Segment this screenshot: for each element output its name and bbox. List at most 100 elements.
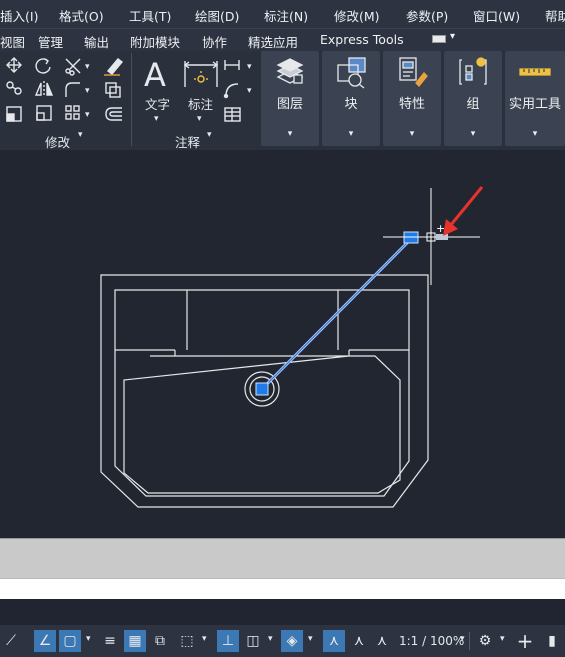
selection-filter-caret-icon[interactable]: ▾ (268, 634, 273, 644)
workspace-flag-icon[interactable] (432, 35, 446, 43)
modify-panel-caret-icon[interactable]: ▾ (78, 130, 83, 140)
group-panel-button[interactable]: 组 ▾ (444, 51, 502, 146)
annotation-small-tools: ▾ ▾ (223, 60, 252, 122)
menu-draw[interactable]: 绘图(D) (195, 6, 239, 25)
svg-text:▾: ▾ (85, 62, 90, 72)
drawing-svg: + (100, 186, 484, 508)
ribbon: ▾ ▾ ▾ 修改 ▾ A 文字 ▾ 标注 ▾ ▾ ▾ 注释 ▾ 图层 ▾ 块 ▾… (0, 51, 565, 150)
utilities-caret-icon: ▾ (532, 129, 538, 139)
properties-label: 特性 (398, 97, 425, 112)
utilities-panel-button[interactable]: 实用工具 ▾ (505, 51, 565, 146)
svg-text:▾: ▾ (247, 62, 252, 72)
dimension-icon[interactable] (182, 57, 220, 91)
tab-view[interactable]: 视图 (0, 32, 25, 51)
menu-dimension[interactable]: 标注(N) (264, 6, 308, 25)
menu-bar: 插入(I) 格式(O) 工具(T) 绘图(D) 标注(N) 修改(M) 参数(P… (0, 0, 565, 28)
explode-icon[interactable] (105, 82, 121, 98)
properties-icon (399, 57, 428, 87)
3d-object-snap-icon[interactable]: ⬚ (176, 630, 198, 652)
scale-caret-icon[interactable]: ▾ (460, 634, 465, 644)
scale-icon[interactable] (36, 105, 52, 121)
stretch-icon[interactable] (6, 106, 22, 122)
menu-insert[interactable]: 插入(I) (0, 6, 38, 25)
linear-dimension-icon[interactable] (224, 60, 240, 70)
menu-format[interactable]: 格式(O) (59, 6, 104, 25)
layers-icon (276, 58, 304, 84)
gizmo-caret-icon[interactable]: ▾ (308, 634, 313, 644)
table-icon[interactable] (224, 107, 241, 122)
text-icon[interactable]: A (144, 59, 166, 91)
object-snap-icon[interactable]: ▢ (59, 630, 81, 652)
group-caret-icon: ▾ (470, 129, 476, 139)
layers-panel-button[interactable]: 图层 ▾ (261, 51, 319, 146)
leader-icon[interactable] (223, 83, 239, 99)
array-icon[interactable]: ▾ (65, 105, 90, 120)
selection-cycling-icon[interactable]: ⧉ (149, 630, 171, 652)
properties-caret-icon: ▾ (409, 129, 415, 139)
tab-manage[interactable]: 管理 (38, 32, 63, 51)
annotation-scale-icon[interactable]: ⋏ (371, 630, 393, 652)
dimension-tool-caret-icon[interactable]: ▾ (197, 111, 202, 127)
rubber-band-core (261, 236, 414, 390)
modify-panel-title[interactable]: 修改 (45, 132, 70, 151)
3d-snap-caret-icon[interactable]: ▾ (202, 634, 207, 644)
lineweight-icon[interactable]: ≡ (99, 630, 121, 652)
layout-tab-strip (0, 599, 565, 625)
center-grip[interactable] (255, 382, 269, 396)
annotation-panel-title[interactable]: 注释 (175, 132, 200, 151)
mirror-icon[interactable] (34, 81, 54, 97)
rotate-icon[interactable] (35, 58, 51, 74)
status-bar: ⟋ ∠ ▢ ▾ ≡ ▦ ⧉ ⬚ ▾ ⊥ ◫ ▾ ◈ ▾ ⋏ ⋏ ⋏ 1:1 / … (0, 625, 565, 657)
object-snap-caret-icon[interactable]: ▾ (86, 634, 91, 644)
erase-icon[interactable] (104, 58, 124, 76)
selection-filter-icon[interactable]: ◫ (242, 630, 264, 652)
dynamic-ucs-icon[interactable]: ⊥ (217, 630, 239, 652)
modify-tools: ▾ ▾ ▾ (6, 57, 124, 122)
tab-featured-apps[interactable]: 精选应用 (248, 32, 298, 51)
annotation-scale-value[interactable]: 1:1 / 100% (399, 634, 464, 648)
auto-scale-icon[interactable]: ⋏ (348, 630, 370, 652)
fillet-icon[interactable]: ▾ (65, 82, 90, 97)
text-tool-caret-icon[interactable]: ▾ (154, 111, 159, 127)
menu-modify[interactable]: 修改(M) (334, 6, 380, 25)
svg-text:▾: ▾ (247, 86, 252, 96)
transparency-icon[interactable]: ▦ (124, 630, 146, 652)
annotation-monitor-icon[interactable]: + (514, 629, 536, 653)
properties-panel-button[interactable]: 特性 ▾ (383, 51, 441, 146)
trim-icon[interactable]: ▾ (65, 58, 90, 76)
red-pointer-arrow-icon (443, 186, 484, 236)
block-label: 块 (344, 97, 358, 112)
ribbon-tab-bar: 视图 管理 输出 附加模块 协作 精选应用 Express Tools ▾ (0, 28, 565, 52)
gear-icon[interactable]: ⚙ (474, 630, 496, 652)
drawing-canvas[interactable]: + (0, 150, 565, 538)
menu-help[interactable]: 帮助 (545, 6, 565, 25)
group-icon (459, 57, 487, 85)
infer-constraints-icon[interactable]: ⟋ (0, 630, 22, 652)
group-label: 组 (466, 97, 480, 112)
layers-label: 图层 (276, 97, 303, 112)
utilities-label: 实用工具 (508, 97, 561, 112)
workspace-caret-icon[interactable]: ▾ (500, 634, 505, 644)
block-icon (337, 57, 366, 89)
tab-output[interactable]: 输出 (84, 32, 109, 51)
menu-window[interactable]: 窗口(W) (473, 6, 520, 25)
svg-text:▾: ▾ (85, 110, 90, 120)
move-icon[interactable] (6, 57, 22, 73)
tab-collaborate[interactable]: 协作 (202, 32, 227, 51)
copy-icon[interactable] (6, 81, 22, 95)
tab-dropdown-caret-icon[interactable]: ▾ (450, 31, 455, 42)
annotation-panel-caret-icon[interactable]: ▾ (207, 130, 212, 140)
tab-express-tools[interactable]: Express Tools (320, 32, 404, 47)
offset-icon[interactable] (105, 107, 122, 121)
block-caret-icon: ▾ (348, 129, 354, 139)
units-icon[interactable]: ▮ (541, 630, 563, 652)
ribbon-separator (131, 53, 132, 146)
menu-tools[interactable]: 工具(T) (129, 6, 171, 25)
polar-tracking-icon[interactable]: ∠ (34, 630, 56, 652)
menu-parameter[interactable]: 参数(P) (406, 6, 448, 25)
command-input[interactable] (0, 578, 565, 600)
gizmo-icon[interactable]: ◈ (281, 630, 303, 652)
annotation-visibility-icon[interactable]: ⋏ (323, 630, 345, 652)
block-panel-button[interactable]: 块 ▾ (322, 51, 380, 146)
tab-addins[interactable]: 附加模块 (130, 32, 180, 51)
